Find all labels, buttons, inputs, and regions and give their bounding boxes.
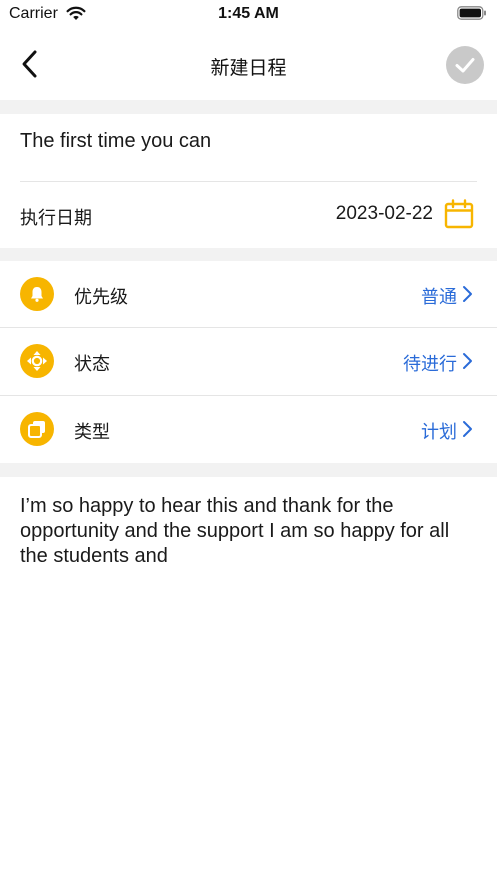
navigation-bar: 新建日程: [0, 28, 497, 100]
layers-icon: [20, 412, 54, 446]
execution-date-row[interactable]: 执行日期 2023-02-22: [0, 182, 497, 248]
move-arrows-icon: [20, 344, 54, 378]
status-value: 待进行: [403, 354, 457, 374]
notes-textarea[interactable]: I’m so happy to hear this and thank for …: [20, 494, 480, 569]
execution-date-label: 执行日期: [20, 208, 92, 228]
checkmark-icon: [455, 58, 475, 73]
chevron-right-icon: [463, 353, 472, 369]
type-value: 计划: [421, 422, 457, 442]
section-divider: [0, 463, 497, 477]
chevron-right-icon: [463, 286, 472, 302]
type-row[interactable]: 类型 计划: [0, 396, 497, 463]
status-row[interactable]: 状态 待进行: [0, 328, 497, 395]
status-time: 1:45 AM: [218, 5, 279, 22]
type-label: 类型: [74, 422, 110, 442]
page-title: 新建日程: [210, 58, 287, 79]
status-label: 状态: [74, 354, 110, 374]
chevron-right-icon: [463, 421, 472, 437]
priority-label: 优先级: [74, 287, 128, 307]
section-divider: [0, 248, 497, 261]
execution-date-value[interactable]: 2023-02-22: [336, 203, 433, 225]
priority-value: 普通: [421, 287, 457, 307]
bell-icon: [20, 277, 54, 311]
section-divider: [0, 100, 497, 114]
calendar-icon[interactable]: [444, 199, 474, 229]
battery-icon: [457, 6, 486, 20]
priority-row[interactable]: 优先级 普通: [0, 261, 497, 328]
schedule-title-input[interactable]: The first time you can: [20, 130, 480, 153]
status-bar: Carrier 1:45 AM: [0, 0, 497, 28]
confirm-button[interactable]: [446, 46, 484, 84]
